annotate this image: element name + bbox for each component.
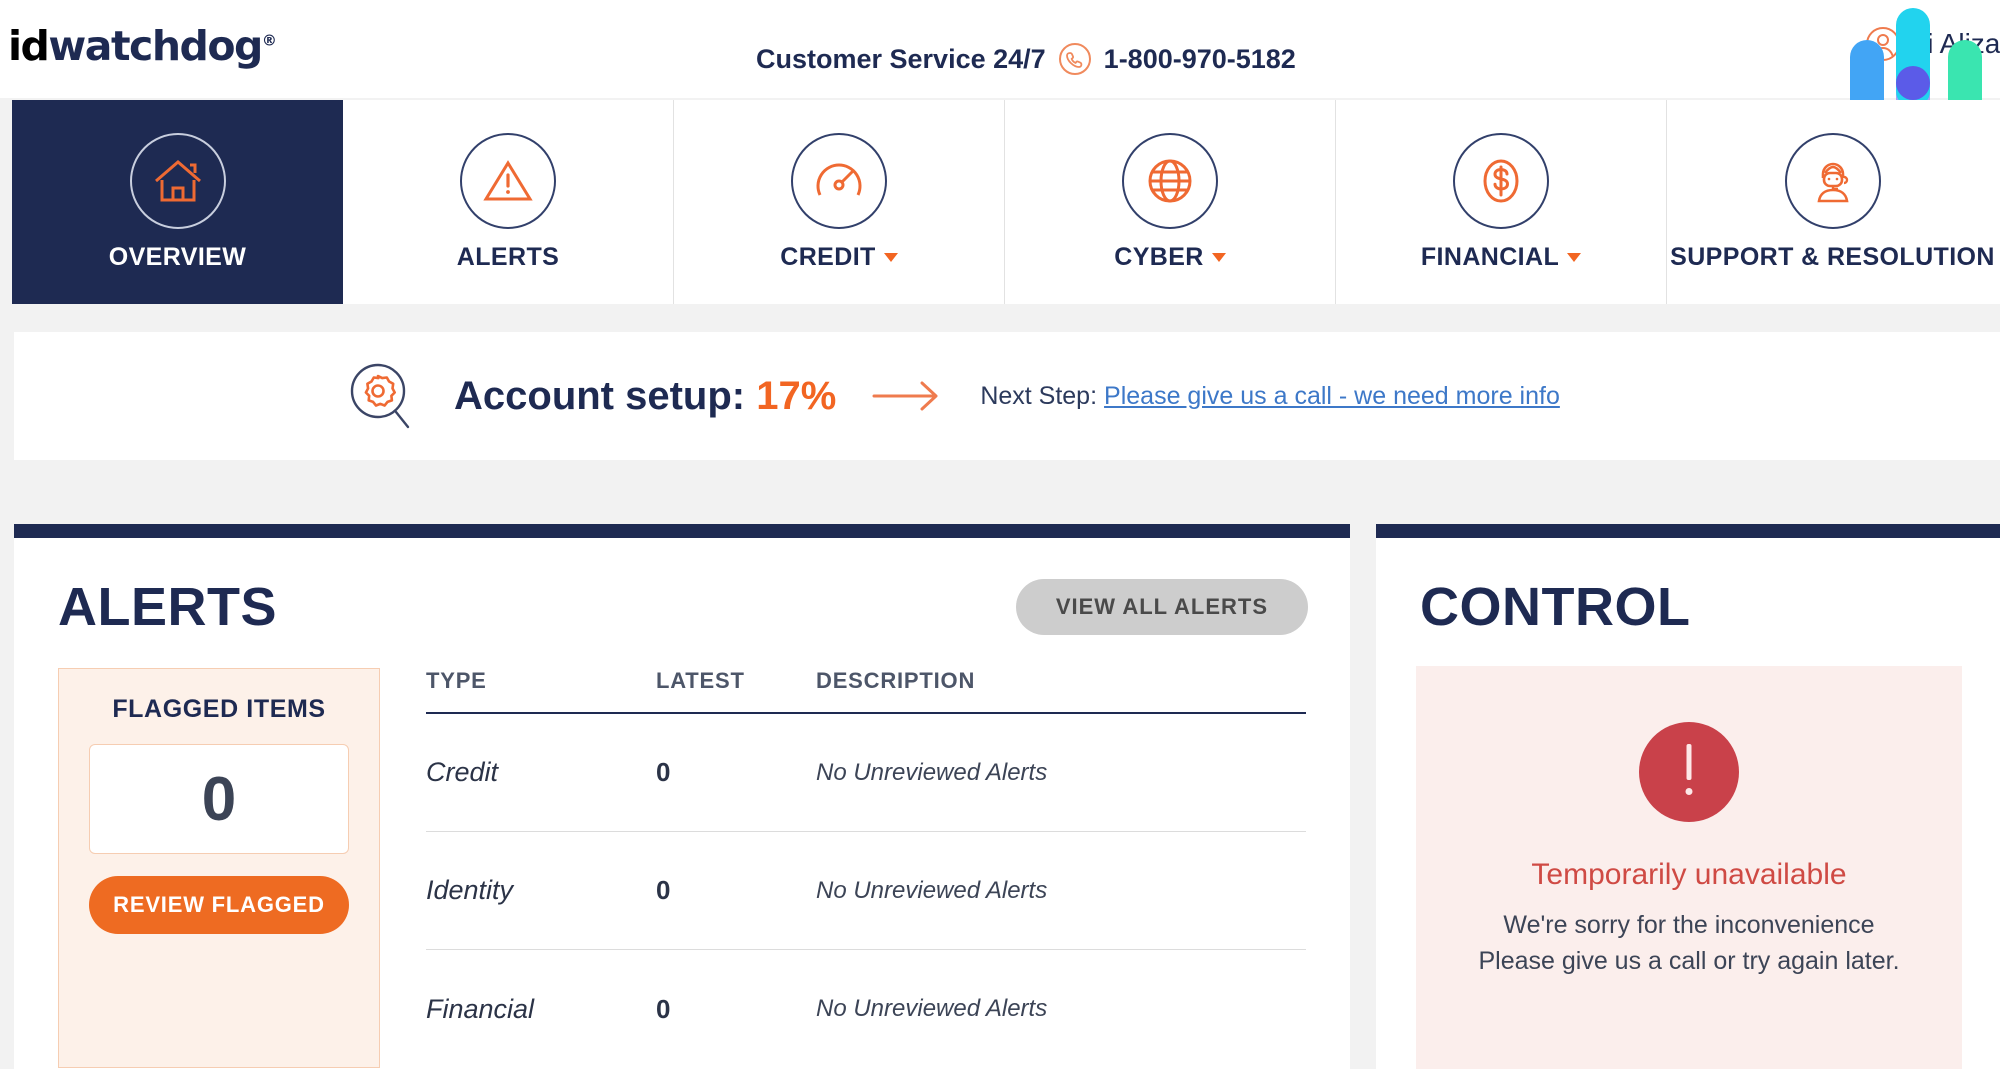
alerts-card-accent-bar <box>14 524 1350 538</box>
exclamation-dot <box>1686 788 1693 795</box>
row-description: No Unreviewed Alerts <box>816 995 1306 1023</box>
tab-label-text: OVERVIEW <box>109 243 247 272</box>
tab-label-text: ALERTS <box>457 243 559 272</box>
account-setup-banner: Account setup: 17% Next Step: Please giv… <box>14 332 2000 460</box>
phone-icon <box>1058 42 1092 76</box>
control-card-title: CONTROL <box>1420 576 1690 638</box>
globe-icon <box>1122 133 1218 229</box>
setup-percent: 17% <box>756 374 836 418</box>
user-greeting[interactable]: Hi Aliza <box>1865 26 2000 62</box>
chevron-down-icon <box>1212 253 1226 262</box>
row-latest: 0 <box>656 875 816 906</box>
unavailable-line-1: We're sorry for the inconvenience <box>1436 908 1942 944</box>
tab-credit-label: CREDIT <box>780 243 897 272</box>
flagged-items-count-box: 0 <box>89 744 349 854</box>
gear-magnifier-icon <box>344 358 420 434</box>
column-header-latest: LATEST <box>656 668 816 694</box>
control-card-accent-bar <box>1376 524 2000 538</box>
row-description: No Unreviewed Alerts <box>816 877 1306 905</box>
alerts-card: ALERTS VIEW ALL ALERTS FLAGGED ITEMS 0 R… <box>14 524 1350 1069</box>
tab-label-text: CYBER <box>1114 243 1204 272</box>
review-flagged-button[interactable]: REVIEW FLAGGED <box>89 876 349 934</box>
main-navigation: OVERVIEW ALERTS CREDIT <box>12 100 2000 304</box>
view-all-alerts-button[interactable]: VIEW ALL ALERTS <box>1016 579 1308 635</box>
customer-service-label: Customer Service 24/7 <box>756 44 1046 75</box>
circle-indigo <box>1896 66 1930 100</box>
user-avatar-icon <box>1865 26 1901 62</box>
row-latest: 0 <box>656 994 816 1025</box>
tab-label-text: CREDIT <box>780 243 875 272</box>
tab-alerts[interactable]: ALERTS <box>343 100 674 304</box>
unavailable-line-2: Please give us a call or try again later… <box>1436 944 1942 980</box>
setup-title-text: Account setup: <box>454 374 745 418</box>
tab-cyber[interactable]: CYBER <box>1005 100 1336 304</box>
top-bar: idwatchdog® Customer Service 24/7 1-800-… <box>0 0 2000 98</box>
tab-credit[interactable]: CREDIT <box>674 100 1005 304</box>
warning-triangle-icon <box>460 133 556 229</box>
control-unavailable-state: Temporarily unavailable We're sorry for … <box>1416 666 1962 1069</box>
flagged-items-count: 0 <box>202 764 236 835</box>
column-header-type: TYPE <box>426 668 656 694</box>
account-setup-title: Account setup: 17% <box>454 374 836 419</box>
tab-support-label: SUPPORT & RESOLUTION <box>1670 243 1995 272</box>
exclamation-circle-icon <box>1639 722 1739 822</box>
arrow-right-icon <box>870 376 946 416</box>
tab-cyber-label: CYBER <box>1114 243 1226 272</box>
dollar-coin-icon <box>1453 133 1549 229</box>
tab-label-text: SUPPORT & RESOLUTION <box>1670 243 1995 272</box>
dashboard-page: idwatchdog® Customer Service 24/7 1-800-… <box>0 0 2000 1069</box>
next-step-link[interactable]: Please give us a call - we need more inf… <box>1104 382 1560 411</box>
alerts-card-title: ALERTS <box>58 576 277 638</box>
brand-logo[interactable]: idwatchdog® <box>8 22 275 70</box>
tab-alerts-label: ALERTS <box>457 243 559 272</box>
gauge-icon <box>791 133 887 229</box>
chevron-down-icon <box>884 253 898 262</box>
alerts-table: TYPE LATEST DESCRIPTION Credit 0 No Unre… <box>426 668 1306 1068</box>
tab-overview-label: OVERVIEW <box>109 243 247 272</box>
support-agent-icon <box>1785 133 1881 229</box>
tab-support-resolution[interactable]: SUPPORT & RESOLUTION <box>1667 100 1998 304</box>
flagged-items-title: FLAGGED ITEMS <box>89 695 349 724</box>
table-row[interactable]: Credit 0 No Unreviewed Alerts <box>426 714 1306 832</box>
exclamation-bar <box>1687 744 1692 780</box>
greeting-text: Hi Aliza <box>1907 28 2000 60</box>
chevron-down-icon <box>1567 253 1581 262</box>
row-latest: 0 <box>656 757 816 788</box>
tab-label-text: FINANCIAL <box>1421 243 1559 272</box>
tab-financial[interactable]: FINANCIAL <box>1336 100 1667 304</box>
unavailable-headline: Temporarily unavailable <box>1436 858 1942 892</box>
alerts-table-header: TYPE LATEST DESCRIPTION <box>426 668 1306 714</box>
tab-overview[interactable]: OVERVIEW <box>12 100 343 304</box>
phone-number[interactable]: 1-800-970-5182 <box>1104 44 1296 75</box>
next-step-label: Next Step: <box>980 382 1097 411</box>
flagged-items-panel: FLAGGED ITEMS 0 REVIEW FLAGGED <box>58 668 380 1068</box>
control-card: CONTROL Temporarily unavailable We're so… <box>1376 524 2000 1069</box>
logo-id-text: id <box>8 22 48 70</box>
tab-financial-label: FINANCIAL <box>1421 243 1581 272</box>
row-type: Financial <box>426 994 656 1025</box>
row-type: Identity <box>426 875 656 906</box>
logo-registered-mark: ® <box>262 31 276 49</box>
table-row[interactable]: Identity 0 No Unreviewed Alerts <box>426 832 1306 950</box>
home-icon <box>130 133 226 229</box>
column-header-description: DESCRIPTION <box>816 668 1306 694</box>
logo-watchdog-text: watchdog <box>48 22 262 70</box>
row-type: Credit <box>426 757 656 788</box>
row-description: No Unreviewed Alerts <box>816 759 1306 787</box>
customer-service-block: Customer Service 24/7 1-800-970-5182 <box>756 42 1296 76</box>
table-row[interactable]: Financial 0 No Unreviewed Alerts <box>426 950 1306 1068</box>
next-step-block: Next Step: Please give us a call - we ne… <box>980 382 1560 411</box>
